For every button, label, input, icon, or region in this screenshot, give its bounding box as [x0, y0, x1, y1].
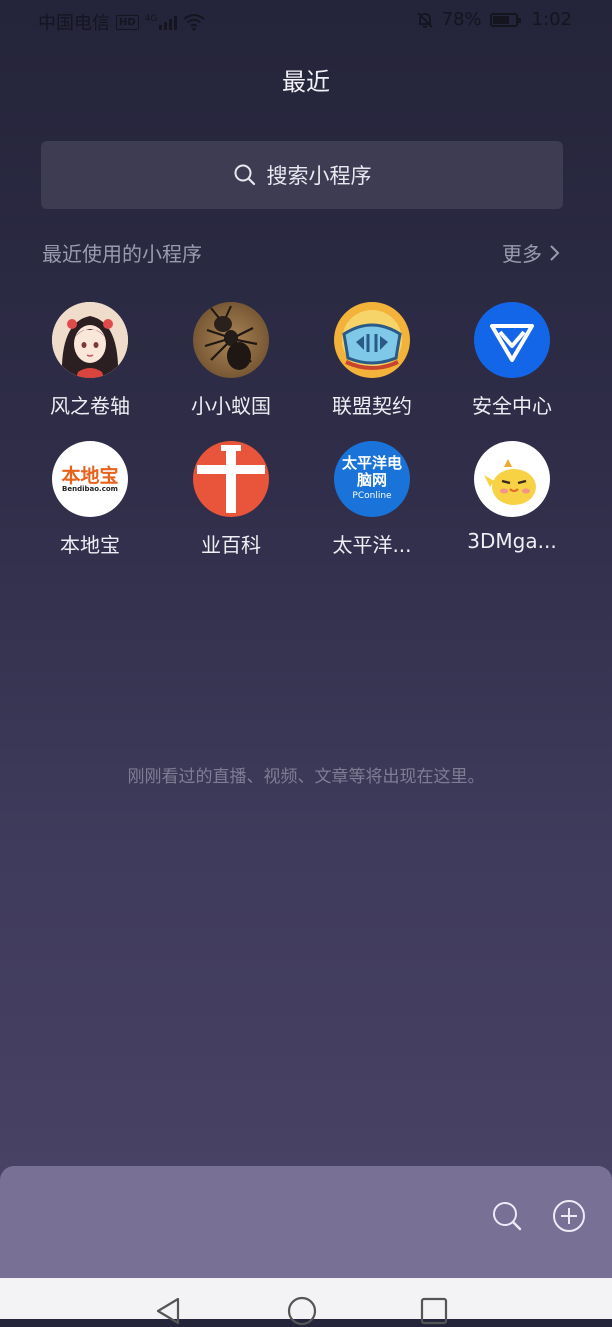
- page-title: 最近: [282, 68, 330, 96]
- app-label: 安全中心: [472, 394, 552, 418]
- app-label: 业百科: [201, 533, 261, 557]
- back-icon[interactable]: [154, 1296, 184, 1326]
- chevron-right-icon: [550, 244, 560, 261]
- more-label: 更多: [502, 242, 542, 266]
- system-nav-bar: [0, 1278, 612, 1326]
- app-label: 3DMga...: [467, 529, 557, 553]
- game-character-icon: [334, 302, 410, 378]
- app-item[interactable]: 风之卷轴: [20, 302, 160, 419]
- shield-check-icon: [474, 302, 550, 378]
- app-item[interactable]: 太平洋电脑网 PConline 太平洋...: [302, 441, 442, 558]
- section-title: 最近使用的小程序: [42, 242, 202, 266]
- cross-logo-icon: [193, 441, 269, 517]
- clock: 1:02: [531, 9, 572, 30]
- app-label: 小小蚁国: [191, 394, 271, 418]
- ant-icon: [193, 302, 269, 378]
- app-item[interactable]: 业百科: [161, 441, 301, 558]
- search-placeholder: 搜索小程序: [266, 164, 372, 188]
- mute-bell-icon: [416, 11, 433, 28]
- bendibao-logo-text: 本地宝: [61, 465, 119, 487]
- pconline-logo-subtext: PConline: [352, 491, 392, 501]
- wifi-icon: [183, 14, 205, 31]
- more-link[interactable]: 更多: [502, 238, 560, 267]
- app-label: 联盟契约: [332, 394, 412, 418]
- bottom-panel: [0, 1166, 612, 1278]
- battery-percent: 78%: [441, 9, 482, 30]
- signal-type-label: 4G: [144, 14, 158, 24]
- app-item[interactable]: 3DMga...: [442, 441, 582, 553]
- yellow-bird-icon: [474, 441, 550, 517]
- hd-badge: HD: [116, 14, 139, 30]
- app-label: 本地宝: [60, 533, 120, 557]
- app-label: 风之卷轴: [50, 394, 130, 418]
- signal-icon: 4G: [145, 14, 178, 30]
- battery-icon: [489, 12, 521, 27]
- app-label: 太平洋...: [332, 533, 412, 557]
- recent-apps-icon[interactable]: [420, 1297, 448, 1325]
- anime-girl-icon: [52, 302, 128, 378]
- app-item[interactable]: 本地宝 Bendibao.com 本地宝: [20, 441, 160, 558]
- carrier-label: 中国电信: [38, 13, 110, 34]
- bendibao-logo-icon: 本地宝 Bendibao.com: [52, 441, 128, 517]
- app-item[interactable]: 联盟契约: [302, 302, 442, 419]
- search-icon: [234, 164, 255, 186]
- pconline-logo-icon: 太平洋电脑网 PConline: [334, 441, 410, 517]
- search-icon[interactable]: [491, 1200, 523, 1232]
- app-item[interactable]: 小小蚁国: [161, 302, 301, 419]
- add-circle-icon[interactable]: [552, 1199, 586, 1233]
- empty-hint: 刚刚看过的直播、视频、文章等将出现在这里。: [127, 767, 485, 787]
- app-item[interactable]: 安全中心: [442, 302, 582, 419]
- bendibao-logo-subtext: Bendibao.com: [62, 485, 118, 493]
- home-icon[interactable]: [286, 1295, 318, 1327]
- pconline-logo-text: 太平洋电脑网: [342, 454, 403, 489]
- search-input[interactable]: 搜索小程序: [41, 141, 563, 209]
- status-bar: 中国电信 HD 4G 78% 1:02: [0, 0, 612, 42]
